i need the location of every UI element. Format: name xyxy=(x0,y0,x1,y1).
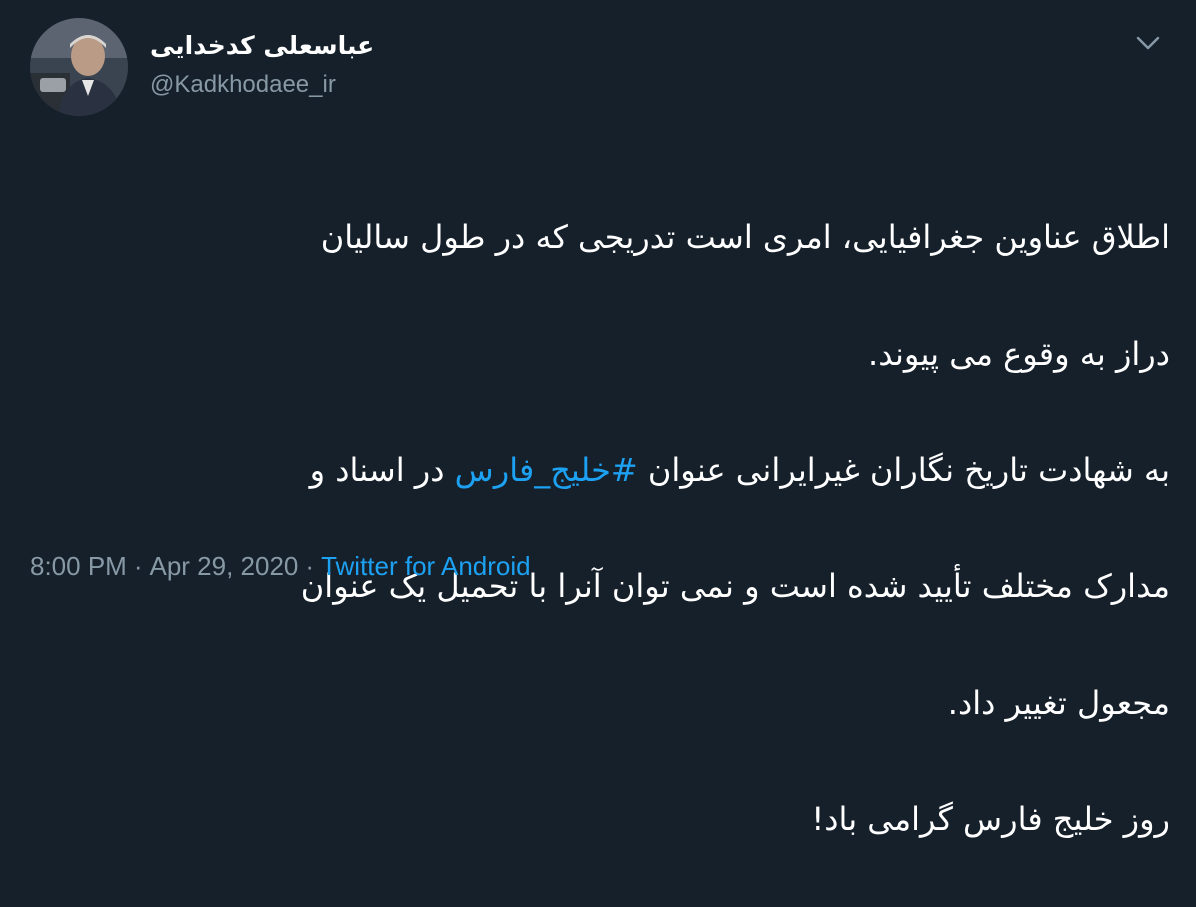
tweet-text-fragment: به شهادت تاریخ نگاران غیرایرانی عنوان xyxy=(637,451,1170,490)
tweet-text-fragment: در اسناد و xyxy=(309,451,455,490)
avatar-photo xyxy=(30,18,128,116)
tweet-line-with-hashtag: به شهادت تاریخ نگاران غیرایرانی عنوان #خ… xyxy=(36,441,1170,499)
tweet-line: دراز به وقوع می پیوند. xyxy=(868,334,1170,373)
tweet-metadata: 8:00 PM · Apr 29, 2020 · Twitter for Android xyxy=(30,549,531,583)
tweet-line: روز خلیج فارس گرامی باد! xyxy=(811,800,1170,839)
separator: · xyxy=(133,551,143,581)
chevron-down-icon[interactable] xyxy=(1131,30,1165,56)
tweet-line: مجعول تغییر داد. xyxy=(947,683,1170,722)
tweet-date[interactable]: Apr 29, 2020 xyxy=(150,551,299,581)
tweet-card: عباسعلی کدخدایی @Kadkhodaee_ir اطلاق عنا… xyxy=(0,0,1196,838)
tweet-time[interactable]: 8:00 PM xyxy=(30,551,127,581)
hashtag-link[interactable]: #خلیج_فارس xyxy=(455,451,638,489)
tweet-line: اطلاق عناوین جغرافیایی، امری است تدریجی … xyxy=(320,218,1170,257)
tweet-source-link[interactable]: Twitter for Android xyxy=(321,551,531,581)
author-handle[interactable]: @Kadkhodaee_ir xyxy=(150,70,336,100)
separator: · xyxy=(305,551,315,581)
avatar[interactable] xyxy=(30,18,128,116)
author-display-name[interactable]: عباسعلی کدخدایی xyxy=(150,30,374,62)
tweet-text: اطلاق عناوین جغرافیایی، امری است تدریجی … xyxy=(36,150,1170,907)
